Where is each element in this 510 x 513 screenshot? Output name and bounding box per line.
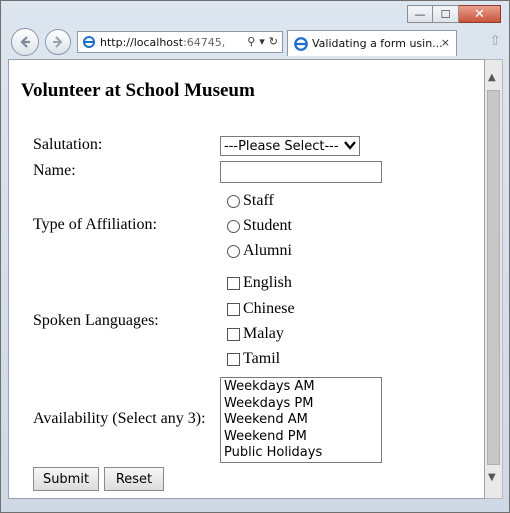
name-input[interactable] <box>220 161 382 183</box>
browser-window: — ☐ ✕ http://localhost :64745, ⚲ ▾ ↻ Val… <box>0 0 510 513</box>
dropdown-arrow-icon[interactable]: ▾ <box>259 35 265 48</box>
affiliation-option-label: Alumni <box>243 242 292 259</box>
browser-tab[interactable]: Validating a form usin... × <box>287 30 457 56</box>
language-option-english[interactable]: English <box>227 274 292 292</box>
affiliation-option-staff[interactable]: Staff <box>227 192 274 210</box>
refresh-icon[interactable]: ↻ <box>269 35 278 48</box>
checkbox[interactable] <box>227 302 240 316</box>
checkbox[interactable] <box>227 276 240 290</box>
language-option-malay[interactable]: Malay <box>227 325 284 343</box>
affiliation-option-label: Student <box>243 217 292 234</box>
maximize-button[interactable]: ☐ <box>433 5 459 23</box>
language-option-label: Chinese <box>243 300 295 317</box>
salutation-select[interactable]: ---Please Select--- <box>220 136 360 156</box>
ie-tab-icon <box>294 37 308 51</box>
radio-button[interactable] <box>227 244 240 258</box>
submit-button[interactable]: Submit <box>33 467 99 491</box>
availability-label: Availability (Select any 3): <box>33 410 206 427</box>
forward-button[interactable] <box>45 29 71 55</box>
vertical-scrollbar[interactable]: ▲ ▼ <box>485 59 503 499</box>
close-window-button[interactable]: ✕ <box>459 5 501 23</box>
checkbox[interactable] <box>227 352 240 366</box>
listbox-option[interactable]: Weekdays PM <box>224 396 378 413</box>
language-option-tamil[interactable]: Tamil <box>227 350 280 368</box>
new-tab-icon[interactable]: ⇧ <box>489 33 501 49</box>
window-controls: — ☐ ✕ <box>407 5 501 23</box>
language-option-label: Malay <box>243 325 284 342</box>
availability-listbox[interactable]: Weekdays AM Weekdays PM Weekend AM Weeke… <box>220 377 382 463</box>
radio-button[interactable] <box>227 194 240 208</box>
ie-page-icon <box>83 36 95 48</box>
scroll-down-icon[interactable]: ▼ <box>488 472 496 483</box>
scroll-up-icon[interactable]: ▲ <box>488 72 496 83</box>
affiliation-option-student[interactable]: Student <box>227 217 292 235</box>
language-option-chinese[interactable]: Chinese <box>227 300 295 318</box>
navigation-bar: http://localhost :64745, ⚲ ▾ ↻ Validatin… <box>7 25 505 59</box>
back-button[interactable] <box>11 28 39 56</box>
salutation-label: Salutation: <box>33 136 103 153</box>
scrollbar-thumb[interactable] <box>487 90 500 465</box>
listbox-option[interactable]: Weekdays AM <box>224 379 378 396</box>
forward-arrow-icon <box>53 36 63 48</box>
reset-button[interactable]: Reset <box>104 467 164 491</box>
chevron-down-icon <box>344 138 356 155</box>
tab-close-icon[interactable]: × <box>441 36 450 49</box>
address-actions: ⚲ ▾ ↻ <box>247 35 278 48</box>
address-bar[interactable]: http://localhost :64745, ⚲ ▾ ↻ <box>77 31 283 53</box>
name-label: Name: <box>33 162 76 179</box>
minimize-button[interactable]: — <box>407 5 433 23</box>
salutation-selected-value: ---Please Select--- <box>224 138 339 154</box>
affiliation-option-label: Staff <box>243 192 274 209</box>
languages-label: Spoken Languages: <box>33 312 159 329</box>
listbox-option[interactable]: Public Holidays <box>224 445 378 462</box>
search-icon[interactable]: ⚲ <box>247 35 255 48</box>
url-port: :64745, <box>183 35 226 49</box>
tab-title: Validating a form usin... <box>312 37 443 50</box>
language-option-label: English <box>243 274 292 291</box>
back-arrow-icon <box>20 36 30 48</box>
language-option-label: Tamil <box>243 350 281 367</box>
page-content: Volunteer at School Museum Salutation: -… <box>8 59 485 499</box>
listbox-option[interactable]: Weekend AM <box>224 412 378 429</box>
listbox-option[interactable]: Weekend PM <box>224 429 378 446</box>
page-title: Volunteer at School Museum <box>21 80 255 101</box>
radio-button[interactable] <box>227 219 240 233</box>
url-host: http://localhost <box>100 35 184 49</box>
affiliation-option-alumni[interactable]: Alumni <box>227 242 292 260</box>
affiliation-label: Type of Affiliation: <box>33 216 157 233</box>
checkbox[interactable] <box>227 327 240 341</box>
